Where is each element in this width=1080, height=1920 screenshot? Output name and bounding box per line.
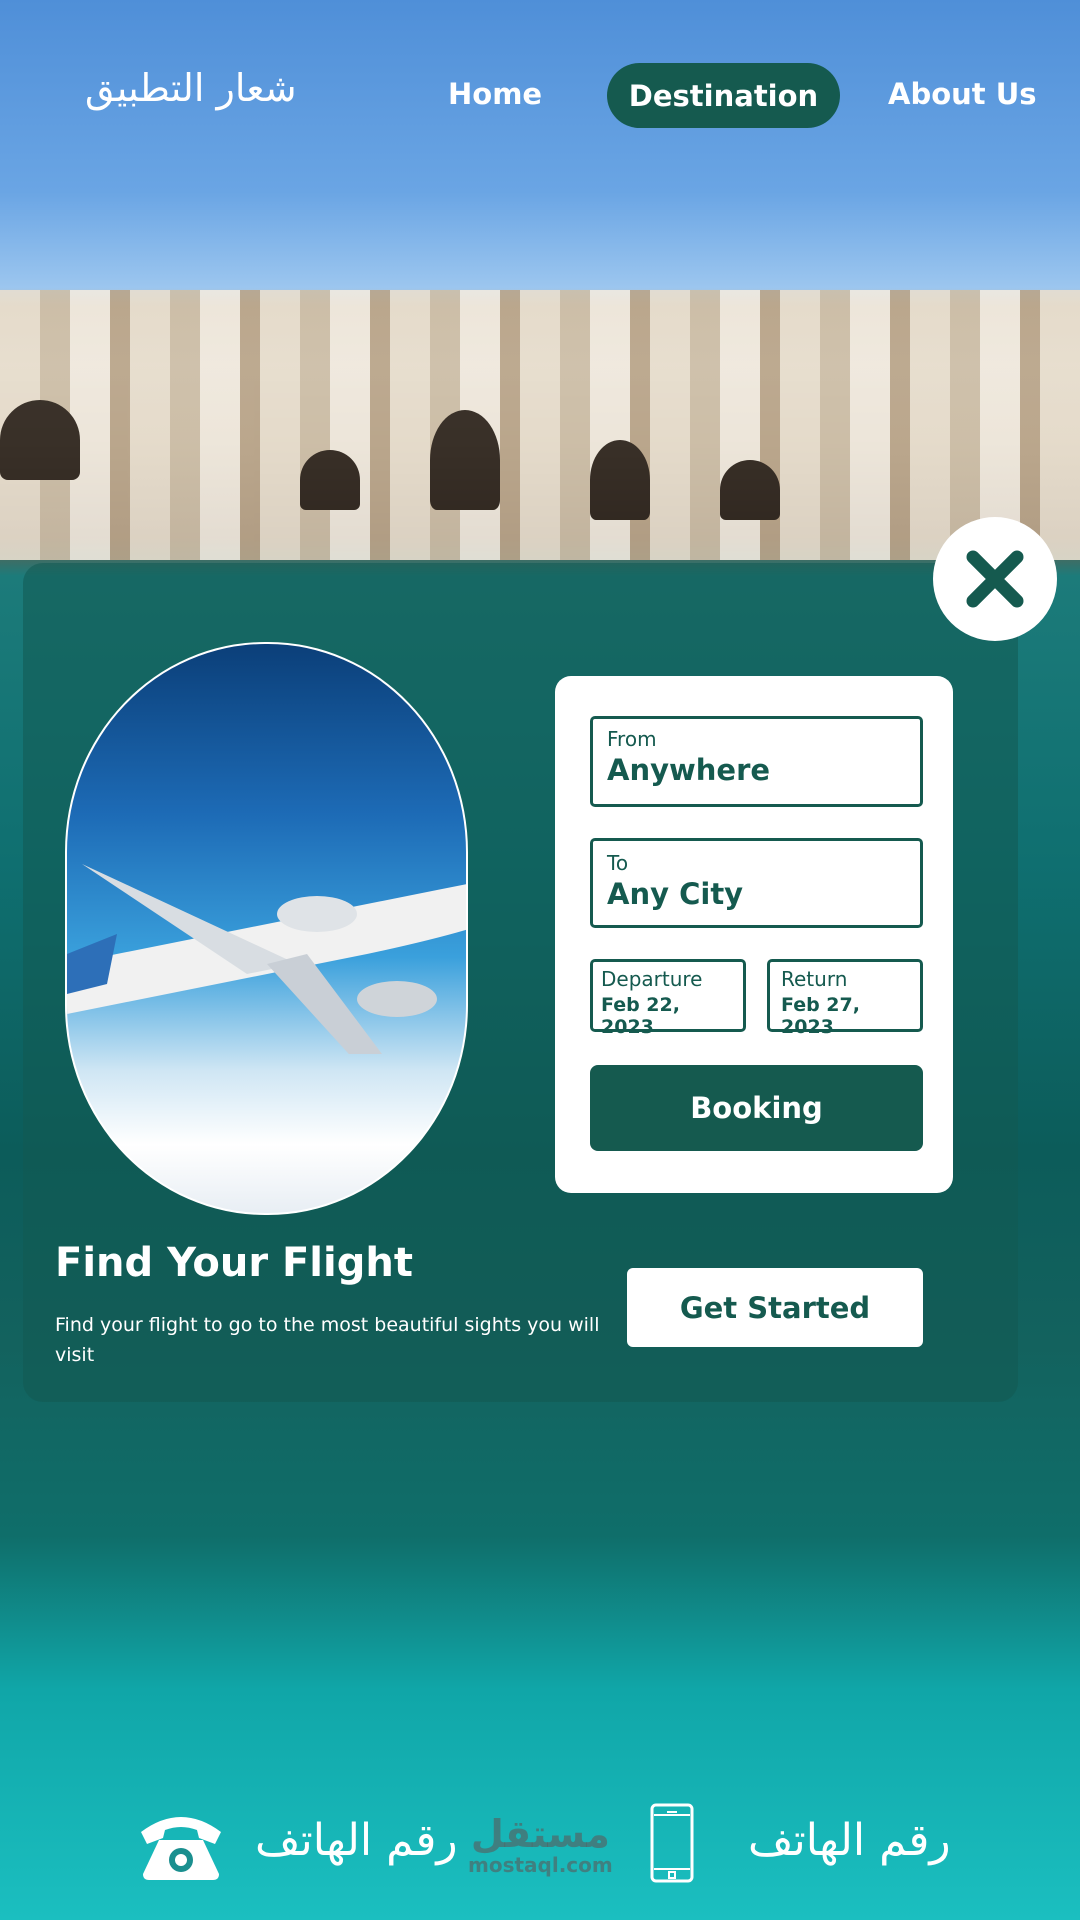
to-label: To xyxy=(607,851,629,875)
booking-button[interactable]: Booking xyxy=(590,1065,923,1151)
nav-about-us[interactable]: About Us xyxy=(888,77,1037,111)
airplane-icon xyxy=(67,864,466,1054)
return-label: Return xyxy=(781,967,848,991)
telephone-icon xyxy=(141,1817,221,1880)
landline-number-label: رقم الهاتف xyxy=(255,1815,458,1866)
departure-label: Departure xyxy=(601,967,703,991)
get-started-button[interactable]: Get Started xyxy=(627,1268,923,1347)
hero-title: Find Your Flight xyxy=(55,1240,413,1286)
departure-value: Feb 22, 2023 xyxy=(601,994,680,1038)
booking-card: From Anywhere To Any City Departure Feb … xyxy=(555,676,953,1193)
mostaql-watermark: مستقل mostaql.com xyxy=(468,1812,613,1877)
mobile-number-label: رقم الهاتف xyxy=(748,1815,951,1866)
close-button[interactable] xyxy=(933,517,1057,641)
to-field[interactable]: To Any City xyxy=(590,838,923,928)
background-cliffs xyxy=(0,290,1080,560)
airplane-image xyxy=(65,642,468,1215)
nav-destination[interactable]: Destination xyxy=(607,63,840,128)
return-value: Feb 27, 2023 xyxy=(781,994,860,1038)
from-label: From xyxy=(607,727,657,751)
hero-subtitle: Find your flight to go to the most beaut… xyxy=(55,1314,600,1366)
return-field[interactable]: Return Feb 27, 2023 xyxy=(767,959,923,1038)
close-icon xyxy=(966,550,1024,608)
app-logo[interactable]: شعار التطبيق xyxy=(85,66,297,110)
mobile-phone-icon xyxy=(650,1803,694,1883)
nav-home[interactable]: Home xyxy=(448,77,542,111)
to-value: Any City xyxy=(607,877,744,911)
from-value: Anywhere xyxy=(607,753,771,787)
departure-field[interactable]: Departure Feb 22, 2023 xyxy=(590,959,746,1038)
from-field[interactable]: From Anywhere xyxy=(590,716,923,807)
